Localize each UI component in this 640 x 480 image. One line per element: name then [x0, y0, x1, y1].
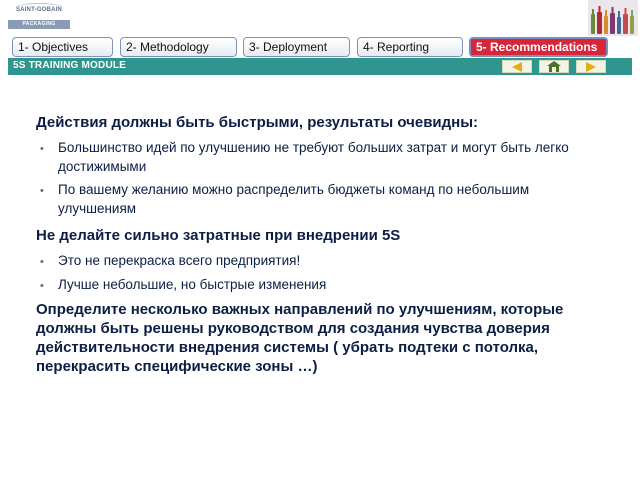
home-icon: [547, 61, 561, 72]
bullet-dot: •: [40, 256, 44, 268]
list-item-text: Большинство идей по улучшению не требуют…: [58, 140, 569, 174]
tab-recommendations[interactable]: 5- Recommendations: [469, 37, 608, 57]
bullet-list: • Большинство идей по улучшению не требую…: [36, 139, 606, 218]
logo-brand-text: SAINT-GOBAIN: [15, 7, 63, 13]
bullet-dot: •: [40, 143, 44, 155]
tab-deployment[interactable]: 3- Deployment: [243, 37, 350, 57]
section-directions: Определите несколько важных направлений …: [36, 300, 606, 376]
arrow-left-icon: [512, 61, 522, 72]
section-heading: Не делайте сильно затратные при внедрени…: [36, 227, 401, 244]
section-actions: Действия должны быть быстрыми, результат…: [36, 113, 606, 218]
bullet-dot: •: [40, 279, 44, 292]
section-heading: Определите несколько важных направлений …: [36, 301, 564, 375]
list-item: • Это не перекраска всего предприятия!: [36, 252, 606, 271]
previous-button[interactable]: [502, 60, 532, 73]
saint-gobain-logo: SAINT-GOBAIN PACKAGING: [8, 3, 70, 33]
list-item-text: Это не перекраска всего предприятия!: [58, 253, 301, 268]
content-area: Действия должны быть быстрыми, результат…: [36, 113, 606, 376]
section-costs: Не делайте сильно затратные при внедрени…: [36, 226, 606, 294]
bullet-list: • Это не перекраска всего предприятия! • Л…: [36, 252, 606, 294]
home-button[interactable]: [539, 60, 569, 73]
section-heading: Действия должны быть быстрыми, результат…: [36, 114, 479, 131]
tab-reporting[interactable]: 4- Reporting: [357, 37, 463, 57]
bottles-illustration: [588, 0, 638, 36]
module-title: 5S TRAINING MODULE: [13, 60, 127, 71]
arrow-right-icon: [586, 61, 596, 72]
list-item: • По вашему желанию можно распределить бю…: [36, 181, 606, 218]
module-bar: 5S TRAINING MODULE: [8, 58, 632, 75]
logo-sub-text: PACKAGING: [8, 20, 70, 29]
next-button[interactable]: [576, 60, 606, 73]
list-item-text: По вашему желанию можно распределить бюд…: [58, 182, 530, 216]
list-item: • Большинство идей по улучшению не требую…: [36, 139, 606, 176]
tab-objectives[interactable]: 1- Objectives: [12, 37, 113, 57]
tab-methodology[interactable]: 2- Methodology: [120, 37, 237, 57]
list-item: • Лучше небольшие, но быстрые изменения: [36, 276, 606, 295]
bullet-dot: •: [40, 185, 44, 197]
bottles-image: [588, 0, 638, 36]
list-item-text: Лучше небольшие, но быстрые изменения: [58, 276, 327, 292]
